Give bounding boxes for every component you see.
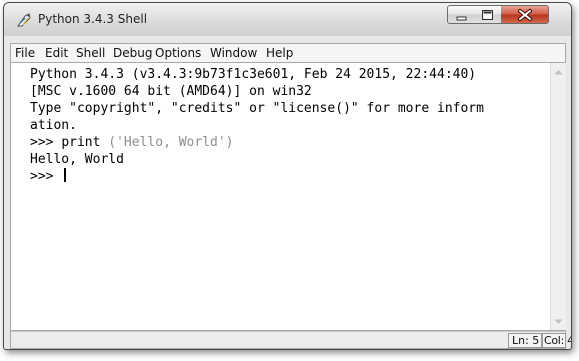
banner-line: [MSC v.1600 64 bit (AMD64)] on win32 <box>30 84 312 99</box>
banner-line: ation. <box>30 118 77 133</box>
scroll-down-icon[interactable] <box>554 319 563 325</box>
minimize-button[interactable] <box>447 5 475 24</box>
output-line: Hello, World <box>30 152 124 167</box>
menu-help[interactable]: Help <box>266 46 293 60</box>
python-idle-icon <box>16 12 32 28</box>
input-line: >>> print ('Hello, World') <box>30 134 234 151</box>
shell-text-area[interactable]: Python 3.4.3 (v3.4.3:9b73f1c3e601, Feb 2… <box>10 63 566 331</box>
banner-line: Python 3.4.3 (v3.4.3:9b73f1c3e601, Feb 2… <box>30 67 477 82</box>
menu-edit[interactable]: Edit <box>45 46 68 60</box>
menu-shell[interactable]: Shell <box>76 46 105 60</box>
banner-line: Type "copyright", "credits" or "license(… <box>30 101 484 116</box>
minimize-icon <box>456 16 467 21</box>
status-bar: Ln: 5 Col: 4 <box>10 331 572 349</box>
close-icon <box>518 9 532 21</box>
title-bar[interactable]: Python 3.4.3 Shell <box>4 3 571 36</box>
shell-window: Python 3.4.3 Shell File Edit Shell Debug… <box>3 2 572 350</box>
window-title: Python 3.4.3 Shell <box>38 12 148 26</box>
menu-window[interactable]: Window <box>210 46 257 60</box>
current-prompt-line[interactable]: >>> <box>30 168 67 185</box>
scroll-up-icon[interactable] <box>554 69 563 75</box>
text-cursor <box>64 168 67 182</box>
prompt: >>> <box>30 135 62 150</box>
maximize-icon <box>482 10 493 20</box>
code-string: ('Hello, World') <box>108 135 234 150</box>
menu-file[interactable]: File <box>15 46 35 60</box>
line-number: Ln: 5 <box>508 333 542 348</box>
column-number: Col: 4 <box>542 333 572 348</box>
vertical-scrollbar[interactable] <box>550 63 566 330</box>
prompt: >>> <box>30 169 62 184</box>
close-button[interactable] <box>501 5 549 24</box>
maximize-button[interactable] <box>474 5 502 24</box>
menu-debug[interactable]: Debug <box>113 46 152 60</box>
menu-bar: File Edit Shell Debug Options Window Hel… <box>10 43 566 63</box>
code-keyword: print <box>61 135 109 150</box>
menu-options[interactable]: Options <box>155 46 201 60</box>
